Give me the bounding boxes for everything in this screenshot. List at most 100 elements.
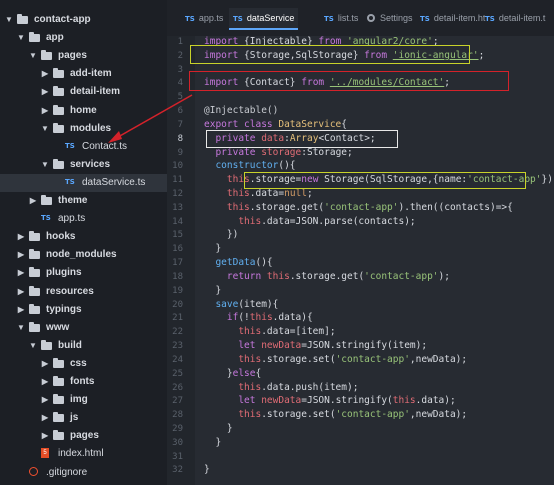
chevron-down-icon[interactable]: ▼ <box>4 14 14 26</box>
tab-bar: TS app.ts TS dataService TS list.ts Settings TS… <box>167 0 554 36</box>
tree-item[interactable]: TS app.ts <box>0 210 167 228</box>
line-number: 23 <box>172 341 183 352</box>
code-line[interactable]: private data:Array<Contact>; <box>204 133 375 145</box>
code-line[interactable]: if(!this.data){ <box>204 312 313 324</box>
tree-item[interactable]: ▶ pages <box>0 427 167 445</box>
chevron-down-icon[interactable]: ▼ <box>40 159 50 171</box>
code-line[interactable]: this.data=[item]; <box>204 326 335 338</box>
tree-item[interactable]: config.xml <box>0 482 167 485</box>
code-line[interactable]: this.data=null; <box>204 188 313 200</box>
tree-item[interactable]: ▶ fonts <box>0 373 167 391</box>
tree-item[interactable]: ▼ modules <box>0 120 167 138</box>
code-line[interactable]: private storage:Storage; <box>204 147 352 159</box>
folder-icon <box>29 32 40 43</box>
code-line[interactable]: @Injectable() <box>204 105 278 117</box>
code-line[interactable]: save(item){ <box>204 299 278 311</box>
code-line[interactable]: constructor(){ <box>204 160 295 172</box>
chevron-down-icon[interactable]: ▼ <box>16 32 26 44</box>
tree-item[interactable]: ▼ www <box>0 319 167 337</box>
tree-item[interactable]: TS Contact.ts <box>0 138 167 156</box>
tab[interactable]: Settings <box>367 8 413 28</box>
code-line[interactable]: this.storage.set('contact-app',newData); <box>204 409 467 421</box>
tree-item-label: hooks <box>46 231 76 243</box>
chevron-right-icon[interactable]: ▶ <box>40 430 50 442</box>
tree-item[interactable]: .gitignore <box>0 464 167 482</box>
chevron-right-icon[interactable]: ▶ <box>16 249 26 261</box>
line-number: 31 <box>172 451 183 462</box>
code-line[interactable]: }) <box>204 229 238 241</box>
chevron-right-icon[interactable]: ▶ <box>40 105 50 117</box>
chevron-right-icon[interactable]: ▶ <box>16 286 26 298</box>
code-line[interactable]: this.storage.get('contact-app').then((co… <box>204 202 513 214</box>
code-line[interactable]: this.data=JSON.parse(contacts); <box>204 216 415 228</box>
tab[interactable]: TS detail-item.t <box>485 8 545 28</box>
code-line[interactable]: } <box>204 285 221 297</box>
tree-item[interactable]: ▶ node_modules <box>0 246 167 264</box>
chevron-right-icon[interactable]: ▶ <box>40 358 50 370</box>
code-line[interactable]: import {Contact} from '../modules/Contac… <box>204 77 450 89</box>
tab[interactable]: TS list.ts <box>324 8 358 28</box>
code-line[interactable]: export class DataService{ <box>204 119 347 131</box>
folder-icon <box>29 303 40 314</box>
chevron-down-icon[interactable]: ▼ <box>28 340 38 352</box>
chevron-right-icon[interactable]: ▶ <box>16 231 26 243</box>
tree-item[interactable]: ▼ build <box>0 337 167 355</box>
chevron-down-icon[interactable]: ▼ <box>40 123 50 135</box>
tree-item[interactable]: ▶ typings <box>0 301 167 319</box>
line-number: 3 <box>177 64 183 75</box>
tree-item[interactable]: ▶ img <box>0 391 167 409</box>
tree-item-label: theme <box>58 195 88 206</box>
tree-item-label: services <box>70 158 111 170</box>
code-line[interactable]: import {Injectable} from 'angular2/core'… <box>204 36 439 48</box>
tree-item[interactable]: ▶ resources <box>0 283 167 301</box>
code-line[interactable]: getData(){ <box>204 257 272 269</box>
chevron-right-icon[interactable]: ▶ <box>40 68 50 80</box>
tree-item[interactable]: ▶ css <box>0 355 167 373</box>
tree-item[interactable]: ▼ contact-app <box>0 11 167 29</box>
code-line[interactable]: let newData=JSON.stringify(this.data); <box>204 395 455 407</box>
code-line[interactable]: this.storage.set('contact-app',newData); <box>204 354 467 366</box>
tree-item[interactable]: ▼ pages <box>0 47 167 65</box>
chevron-down-icon[interactable]: ▼ <box>28 50 38 62</box>
chevron-right-icon[interactable]: ▶ <box>28 195 38 207</box>
code-line[interactable]: import {Storage,SqlStorage} from 'ionic-… <box>204 50 484 62</box>
tree-item[interactable]: ▶ js <box>0 409 167 427</box>
code-line[interactable]: } <box>204 437 221 449</box>
tree-item[interactable]: ▼ services <box>0 156 167 174</box>
chevron-right-icon[interactable]: ▶ <box>40 376 50 388</box>
code-line[interactable]: return this.storage.get('contact-app'); <box>204 271 450 283</box>
chevron-right-icon[interactable]: ▶ <box>40 412 50 424</box>
chevron-right-icon[interactable]: ▶ <box>40 86 50 98</box>
tab[interactable]: TS app.ts <box>185 8 223 28</box>
tab-label: detail-item.t <box>498 13 546 23</box>
tab[interactable]: TS detail-item.ht <box>420 8 485 28</box>
code-line[interactable]: } <box>204 243 221 255</box>
folder-icon <box>53 430 64 441</box>
tree-item[interactable]: ▼ app <box>0 29 167 47</box>
code-line[interactable]: }else{ <box>204 368 261 380</box>
chevron-right-icon[interactable]: ▶ <box>16 304 26 316</box>
project-tree[interactable]: ▼ contact-app ▼ app ▼ pages ▶ add-item ▶ detail-i… <box>0 0 167 485</box>
chevron-right-icon[interactable]: ▶ <box>16 267 26 279</box>
tree-item[interactable]: ▶ add-item <box>0 65 167 83</box>
code-line[interactable]: } <box>204 423 233 435</box>
tree-item[interactable]: TS dataService.ts <box>0 173 167 192</box>
code-editor[interactable]: 1 2 3 4 5 6 7 8 9 10 11 12 13 14 15 16 17 18 19 20 21 22 23 24 2… <box>167 36 554 485</box>
chevron-right-icon[interactable]: ▶ <box>40 394 50 406</box>
tree-item[interactable]: 5 index.html <box>0 445 167 463</box>
typescript-file-icon: TS <box>65 177 75 186</box>
tree-item[interactable]: ▶ hooks <box>0 228 167 246</box>
tab-label: Settings <box>380 13 413 23</box>
tree-item[interactable]: ▶ theme <box>0 192 167 210</box>
code-line[interactable]: } <box>204 464 210 476</box>
code-line[interactable]: let newData=JSON.stringify(item); <box>204 340 427 352</box>
tree-item[interactable]: ▶ home <box>0 102 167 120</box>
code-line[interactable]: this.data.push(item); <box>204 382 358 394</box>
tab[interactable]: TS dataService <box>229 8 299 30</box>
tree-item-label: Contact.ts <box>82 140 128 152</box>
tree-item-label: home <box>70 104 97 116</box>
tree-item[interactable]: ▶ detail-item <box>0 83 167 101</box>
tree-item[interactable]: ▶ plugins <box>0 264 167 282</box>
code-line[interactable]: this.storage=new Storage(SqlStorage,{nam… <box>204 174 554 186</box>
chevron-down-icon[interactable]: ▼ <box>16 322 26 334</box>
